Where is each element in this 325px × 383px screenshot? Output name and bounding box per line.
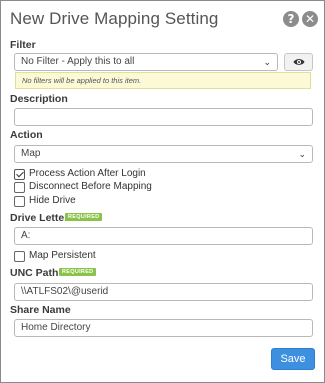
unc-path-input[interactable]: \\ATLFS02\@userid bbox=[14, 283, 313, 301]
chevron-down-icon: ⌄ bbox=[263, 58, 271, 68]
action-select[interactable]: Map ⌄ bbox=[14, 145, 313, 163]
close-circle-icon[interactable]: ✕ bbox=[302, 11, 318, 27]
disconnect-before-mapping-checkbox[interactable] bbox=[14, 182, 25, 193]
map-persistent-label: Map Persistent bbox=[29, 250, 96, 261]
unc-path-required-badge: REQUIRED bbox=[59, 268, 97, 276]
action-label: Action bbox=[10, 129, 43, 141]
description-label: Description bbox=[10, 93, 68, 105]
question-circle-icon[interactable]: ? bbox=[283, 11, 299, 27]
action-selected-value: Map bbox=[21, 148, 41, 159]
save-button[interactable]: Save bbox=[271, 348, 315, 370]
chevron-down-icon: ⌄ bbox=[298, 150, 306, 160]
share-name-input[interactable]: Home Directory bbox=[14, 319, 313, 337]
filter-label: Filter bbox=[10, 39, 36, 51]
filter-select[interactable]: No Filter - Apply this to all ⌄ bbox=[14, 53, 278, 71]
dialog-title: New Drive Mapping Setting bbox=[10, 9, 219, 28]
filter-selected-value: No Filter - Apply this to all bbox=[21, 56, 135, 67]
filter-note: No filters will be applied to this item. bbox=[15, 72, 311, 89]
drive-letter-input[interactable]: A: bbox=[14, 227, 313, 245]
disconnect-before-mapping-label: Disconnect Before Mapping bbox=[29, 181, 152, 192]
drive-mapping-dialog: New Drive Mapping Setting ? ✕ Filter No … bbox=[0, 0, 325, 383]
preview-filter-button[interactable] bbox=[284, 53, 313, 71]
description-input[interactable] bbox=[14, 108, 313, 126]
drive-letter-required-badge: REQUIRED bbox=[65, 213, 103, 221]
hide-drive-label: Hide Drive bbox=[29, 195, 76, 206]
hide-drive-checkbox[interactable] bbox=[14, 196, 25, 207]
unc-path-label: UNC Path bbox=[10, 267, 59, 279]
process-after-login-checkbox[interactable] bbox=[14, 169, 25, 180]
eye-icon bbox=[293, 59, 305, 65]
process-after-login-label: Process Action After Login bbox=[29, 168, 146, 179]
drive-letter-label: Drive Letter bbox=[10, 212, 69, 224]
map-persistent-checkbox[interactable] bbox=[14, 251, 25, 262]
share-name-label: Share Name bbox=[10, 304, 71, 316]
